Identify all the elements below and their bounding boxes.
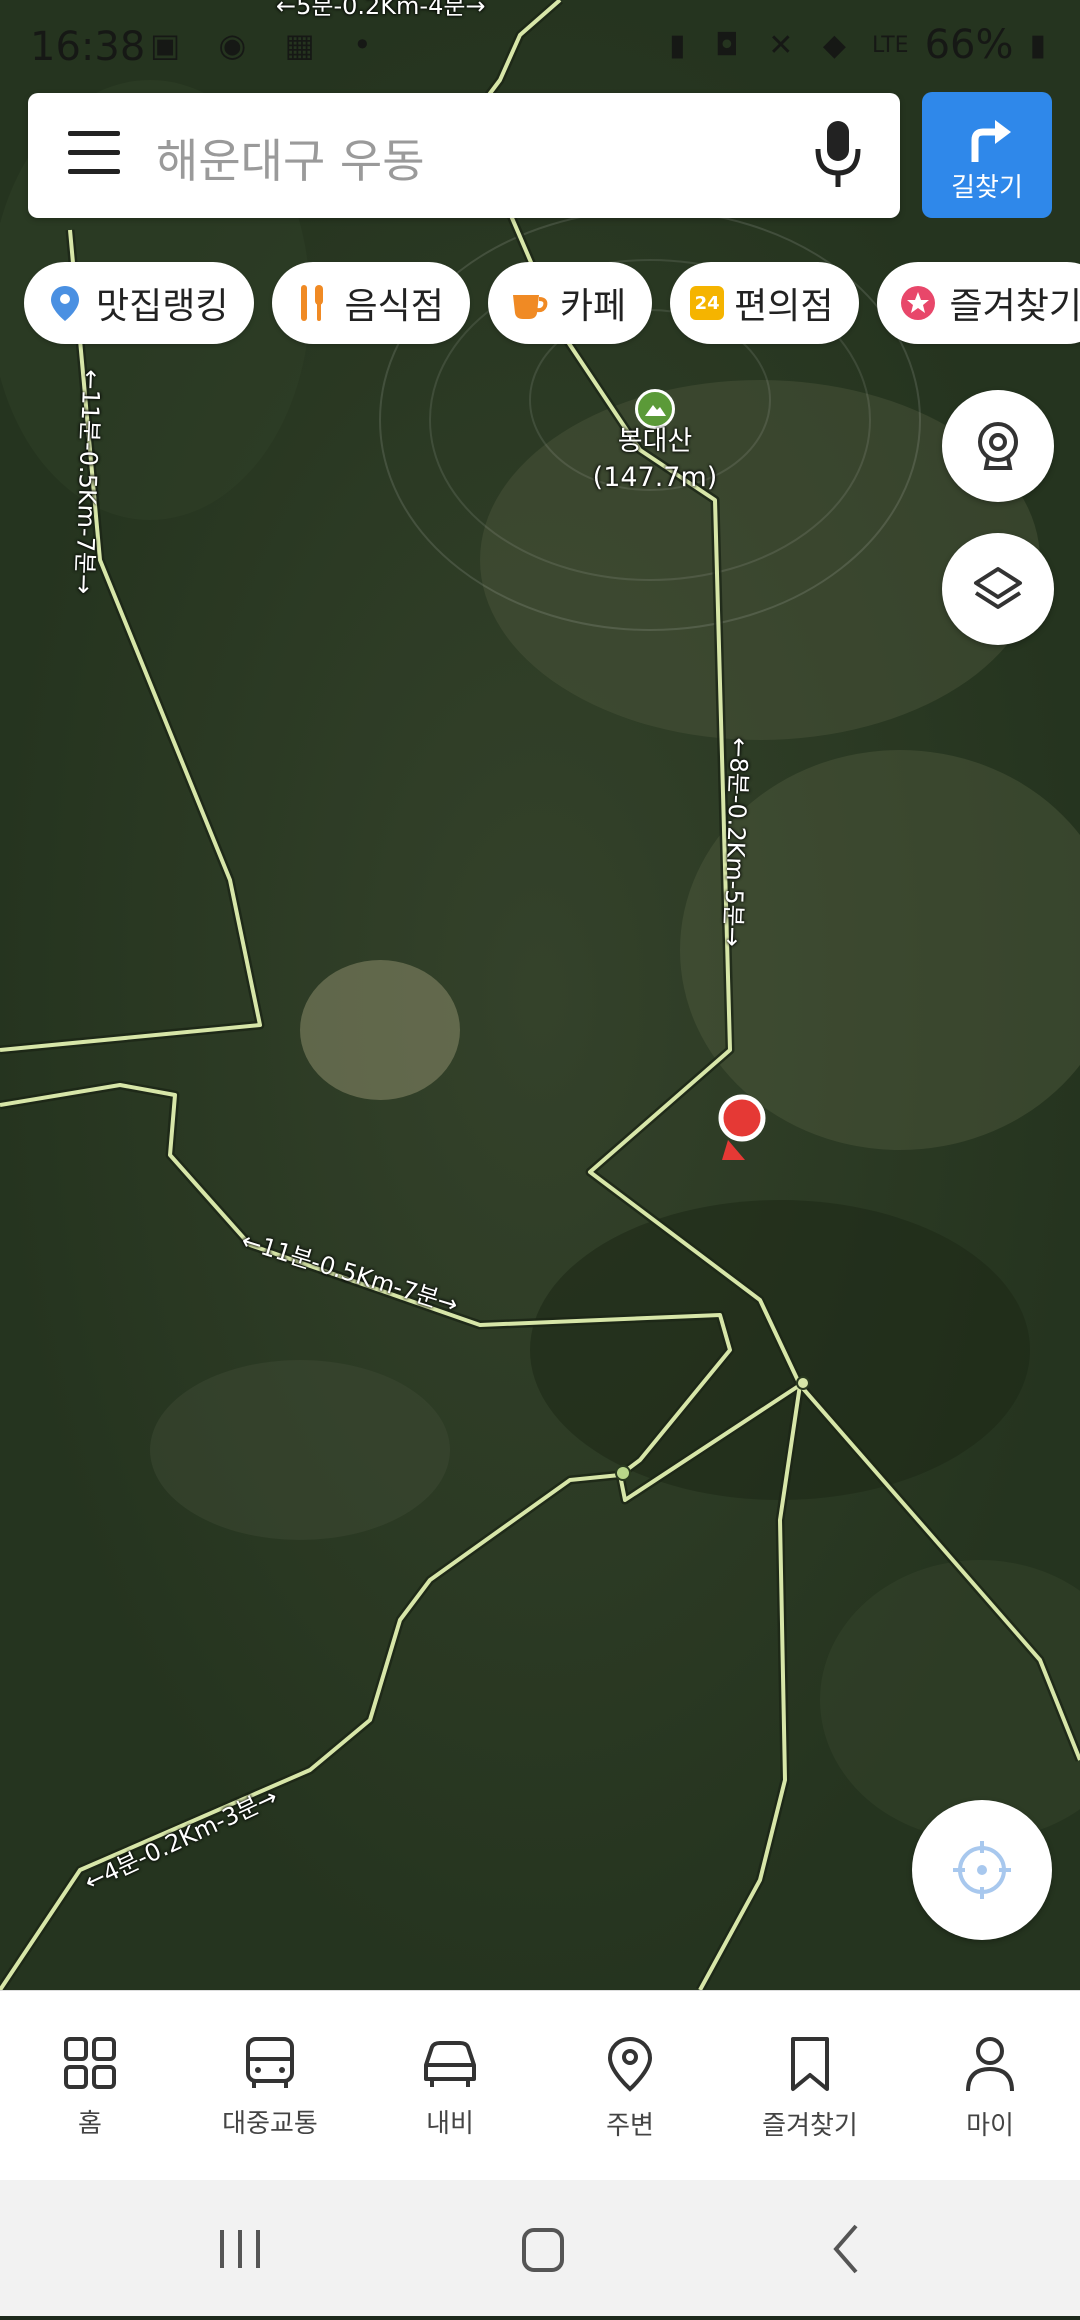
network-indicator: LTE: [872, 32, 909, 58]
location-pin-icon: [607, 2036, 653, 2092]
hamburger-menu-icon[interactable]: [68, 131, 120, 177]
my-location-button[interactable]: [912, 1800, 1052, 1940]
search-bar[interactable]: 해운대구 우동: [28, 93, 900, 218]
nav-favorites[interactable]: 즐겨찾기: [720, 1991, 900, 2181]
crosshair-icon: [953, 1841, 1011, 1899]
status-icons: ▮ ◘ ✕ ◆: [668, 27, 856, 63]
mountain-icon[interactable]: [635, 389, 675, 429]
nav-label: 내비: [426, 2109, 474, 2139]
store-badge: 24: [694, 292, 720, 314]
nav-label: 대중교통: [222, 2109, 318, 2139]
bottom-navigation: 홈 대중교통 내비 주변 즐겨찾기 마이: [0, 1990, 1080, 2181]
battery-icon: ▮: [1029, 27, 1046, 63]
directions-label: 길찾기: [951, 173, 1023, 203]
cafe-cup-icon: [508, 282, 550, 324]
poi-label[interactable]: 봉대산 (147.7m): [590, 424, 720, 496]
nav-my[interactable]: 마이: [900, 1991, 1080, 2181]
nav-label: 즐겨찾기: [762, 2111, 858, 2141]
nav-nearby[interactable]: 주변: [540, 1991, 720, 2181]
restaurant-icon: [292, 282, 334, 324]
status-time: 16:38: [30, 24, 146, 70]
nav-transit[interactable]: 대중교통: [180, 1991, 360, 2181]
home-button-icon[interactable]: [522, 2228, 564, 2272]
notification-icons: ▣ ◉ ▦ •: [150, 26, 386, 64]
nav-navigation[interactable]: 내비: [360, 1991, 540, 2181]
convenience-store-icon: 24: [690, 286, 725, 320]
layers-icon: [974, 567, 1022, 609]
bus-icon: [246, 2037, 294, 2088]
person-icon: [966, 2037, 1014, 2092]
chip-convenience-store[interactable]: 24 편의점: [670, 262, 860, 344]
route-label: ←8분-0.2Km-5분→: [718, 736, 754, 948]
bookmark-icon: [791, 2037, 829, 2091]
microphone-icon[interactable]: [810, 117, 866, 193]
nav-label: 홈: [78, 2109, 102, 2139]
search-input[interactable]: 해운대구 우동: [156, 125, 425, 191]
home-grid-icon: [64, 2037, 116, 2089]
chip-label: 맛집랭킹: [96, 286, 229, 327]
nav-label: 마이: [966, 2111, 1014, 2141]
category-chips: 맛집랭킹 음식점 카페 24 편의점 즐겨찾기: [24, 262, 1080, 346]
star-icon: [897, 282, 939, 324]
poi-name: 봉대산: [617, 426, 693, 457]
chip-label: 카페: [559, 286, 627, 327]
chip-favorites[interactable]: 즐겨찾기: [877, 262, 1080, 344]
chip-label: 음식점: [344, 286, 444, 327]
back-icon[interactable]: [833, 2224, 858, 2274]
chip-restaurant[interactable]: 음식점: [272, 262, 470, 344]
status-bar: 16:38 ▣ ◉ ▦ • ▮ ◘ ✕ ◆ LTE 66% ▮: [0, 0, 1080, 90]
chip-restaurant-ranking[interactable]: 맛집랭킹: [24, 262, 255, 344]
battery-level: 66%: [924, 22, 1014, 68]
nav-home[interactable]: 홈: [0, 1991, 180, 2181]
car-icon: [424, 2041, 476, 2087]
poi-elevation: (147.7m): [592, 462, 718, 493]
map-pin-icon: [44, 282, 86, 324]
turn-right-arrow-icon: [971, 120, 1011, 162]
street-view-button[interactable]: [942, 390, 1054, 502]
street-view-icon: [978, 422, 1018, 470]
system-navigation-bar: [0, 2180, 1080, 2316]
layers-button[interactable]: [942, 533, 1054, 645]
chip-cafe[interactable]: 카페: [487, 262, 653, 344]
nav-label: 주변: [606, 2111, 654, 2141]
chip-label: 편의점: [734, 286, 834, 327]
chip-label: 즐겨찾기: [949, 286, 1080, 327]
status-right: ▮ ◘ ✕ ◆ LTE 66% ▮: [669, 22, 1046, 68]
recent-apps-icon[interactable]: [220, 2230, 260, 2268]
directions-button[interactable]: 길찾기: [922, 92, 1052, 218]
